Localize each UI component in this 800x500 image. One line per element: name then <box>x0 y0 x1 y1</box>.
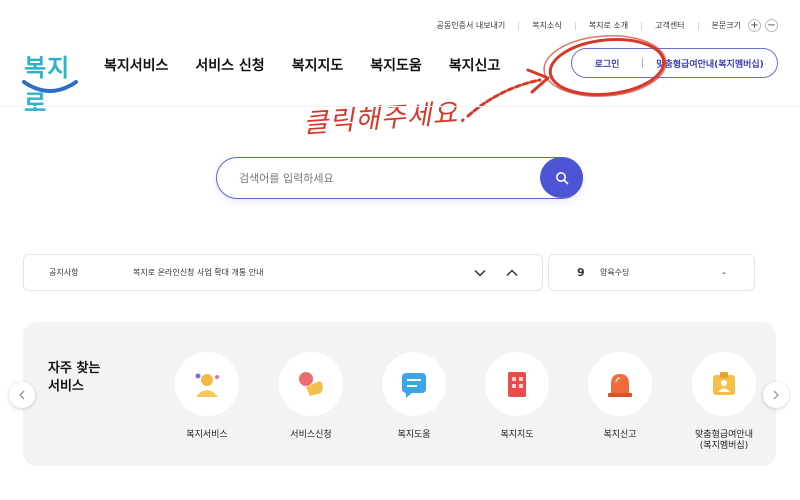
chevron-down-icon[interactable] <box>474 269 486 277</box>
service-item-map[interactable]: 복지지도 <box>484 352 550 441</box>
utility-bar: 공동인증서 내보내기 복지소식 복지로 소개 고객센터 본문크기 + − <box>437 19 778 32</box>
util-link-customer-center[interactable]: 고객센터 <box>655 20 684 31</box>
service-icon-circle <box>588 352 652 416</box>
service-item-report[interactable]: 복지신고 <box>587 352 653 441</box>
divider <box>697 21 699 30</box>
person-service-icon <box>195 373 219 397</box>
nav-service-apply[interactable]: 서비스 신청 <box>195 55 264 75</box>
service-icon-circle <box>175 352 239 416</box>
zoom-out-button[interactable]: − <box>765 19 778 32</box>
util-link-news[interactable]: 복지소식 <box>532 20 561 31</box>
service-item-apply[interactable]: 서비스신청 <box>278 352 344 441</box>
font-size-label: 본문크기 <box>711 21 741 30</box>
chevron-right-icon <box>773 390 779 400</box>
zoom-in-button[interactable]: + <box>748 19 761 32</box>
divider <box>518 21 520 30</box>
annotation-arrow <box>466 78 542 118</box>
chevron-up-icon[interactable] <box>506 268 518 277</box>
search-box <box>216 157 583 199</box>
notice-text[interactable]: 복지로 온라인신청 사업 확대 개통 안내 <box>133 267 263 278</box>
service-icon-circle <box>485 352 549 416</box>
ranking-number: 9 <box>577 266 585 279</box>
nav-welfare-report[interactable]: 복지신고 <box>449 55 501 75</box>
header-divider <box>0 106 800 107</box>
nav-welfare-map[interactable]: 복지지도 <box>292 55 344 75</box>
search-icon <box>555 171 568 184</box>
notice-bar: 공지사항 복지로 온라인신청 사업 확대 개통 안내 <box>23 254 543 291</box>
ranking-change: - <box>722 266 726 279</box>
service-name: 복지도움 <box>397 430 431 440</box>
service-name: 복지신고 <box>603 430 637 440</box>
nav-welfare-service[interactable]: 복지서비스 <box>104 55 168 75</box>
ranking-box: 9 양육수당 - <box>548 254 755 291</box>
service-name: 복지서비스 <box>186 430 228 440</box>
util-link-about[interactable]: 복지로 소개 <box>589 20 628 31</box>
annotation-arrowhead <box>526 68 550 94</box>
service-name: 맞춤형급여안내 (복지멤버십) <box>695 430 753 451</box>
hand-apply-icon <box>299 372 323 396</box>
chevron-left-icon <box>19 390 25 400</box>
divider <box>574 21 576 30</box>
annotation-text: 클릭해주세요. <box>302 97 469 140</box>
service-item-help[interactable]: 복지도움 <box>381 352 447 441</box>
id-card-icon <box>713 372 735 395</box>
carousel-prev-button[interactable] <box>9 382 35 408</box>
service-item-membership[interactable]: 맞춤형급여안내 (복지멤버십) <box>690 352 758 452</box>
header-button-group: 로그인 맞춤형급여안내(복지멤버십) <box>571 48 778 78</box>
service-icon-circle <box>279 352 343 416</box>
notice-label: 공지사항 <box>49 268 79 277</box>
ranking-label[interactable]: 양육수당 <box>600 267 629 278</box>
services-title-line1: 자주 찾는 <box>48 361 101 376</box>
carousel-next-button[interactable] <box>763 382 789 408</box>
login-button[interactable]: 로그인 <box>572 57 642 70</box>
bokjiro-logo[interactable]: 복지로 <box>20 48 82 117</box>
service-icon-circle <box>692 352 756 416</box>
util-link-cert-export[interactable]: 공동인증서 내보내기 <box>437 20 506 31</box>
search-button[interactable] <box>540 157 583 198</box>
building-map-icon <box>508 372 526 397</box>
nav-welfare-help[interactable]: 복지도움 <box>370 55 422 75</box>
service-item-welfare[interactable]: 복지서비스 <box>174 352 240 441</box>
main-nav: 복지서비스 서비스 신청 복지지도 복지도움 복지신고 <box>104 55 500 75</box>
chat-bubble-icon <box>402 373 426 398</box>
service-icon-circle <box>382 352 446 416</box>
siren-icon <box>608 374 632 397</box>
divider <box>641 21 643 30</box>
service-name: 복지지도 <box>500 430 534 440</box>
service-name: 서비스신청 <box>290 430 332 440</box>
services-title: 자주 찾는 서비스 <box>48 360 100 396</box>
logo-smile-icon <box>22 80 78 93</box>
search-input[interactable] <box>217 171 582 185</box>
services-title-line2: 서비스 <box>48 379 84 394</box>
membership-button[interactable]: 맞춤형급여안내(복지멤버십) <box>643 57 777 70</box>
